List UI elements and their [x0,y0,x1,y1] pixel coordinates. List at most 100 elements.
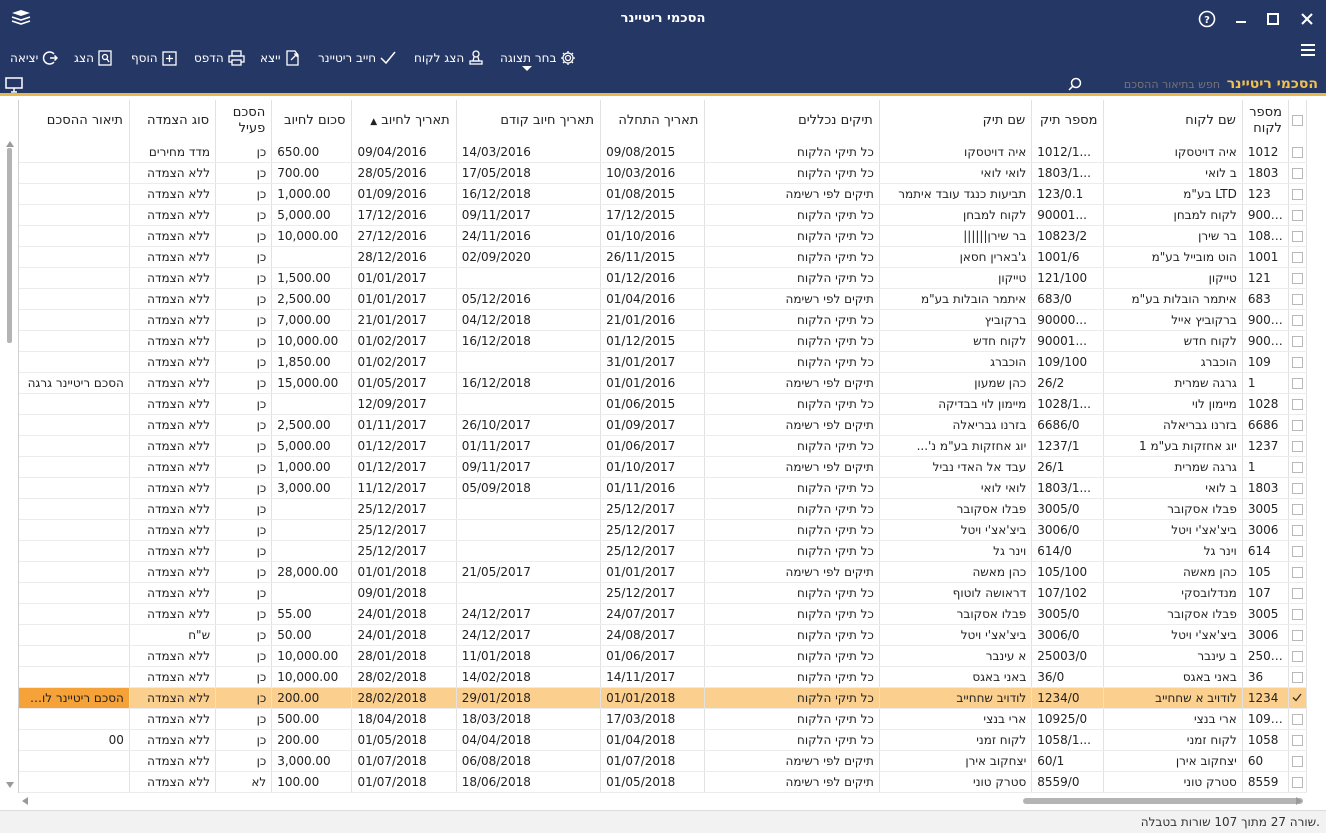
row-checkbox[interactable] [1288,225,1307,247]
col-linkage-type[interactable]: סוג הצמדה [129,100,217,142]
row-checkbox[interactable] [1288,477,1307,499]
table-row[interactable]: 107 מנדלובסקי 107/102 דראושה לוטוף כל תיקי ה… [19,582,1307,604]
table-row[interactable]: 1803 ב לואי 1803/1... לואי לואי כל תיקי הלקו… [19,477,1307,499]
table-row[interactable]: 900007ברקוביץ אייל90000...ברקוביץכל תיקי… [19,309,1307,331]
print-button[interactable]: הדפס [194,48,245,68]
charge-retainer-button[interactable]: חייב ריטיינר [318,48,396,68]
row-checkbox[interactable] [1288,246,1307,268]
table-row[interactable]: 900012לקוח חדש90001...לקוח חדשכל תיקי הל… [19,330,1307,352]
table-row[interactable]: 3005 פבלו אסקובר 3005/0 פבלו אסקובר כל תיקי … [19,498,1307,520]
table-row[interactable]: 1058 לקוח זמני 1058/1... לקוח זמני כל תיקי ה… [19,729,1307,751]
row-checkbox[interactable] [1288,288,1307,310]
table-row[interactable]: 10925 ארי בנצי 10925/0 ארי בנצי כל תיקי הלקו… [19,708,1307,730]
col-charge-date[interactable]: תאריך לחיוב ▲ [351,100,457,142]
scroll-right-icon[interactable] [1296,797,1302,805]
search-field[interactable] [1064,76,1224,93]
exit-button[interactable]: יציאה [10,48,59,68]
row-checkbox[interactable] [1288,603,1307,625]
vertical-scroll-thumb[interactable] [7,148,12,343]
col-active[interactable]: הסכם פעיל [215,100,273,142]
table-row[interactable]: 1803 ב לואי 1803/1... לואי לואי כל תיקי הלקו… [19,162,1307,184]
maximize-button[interactable] [1262,8,1284,30]
monitor-icon[interactable] [5,77,23,93]
row-checkbox[interactable] [1288,414,1307,436]
table-row[interactable]: 1234 לודויב א שחחייב 1234/0 לודויב שחחייב כל… [19,687,1307,709]
table-row[interactable]: 1001 הוט מובייל בע"מ 1001/6 ג'בארין חסאן כל … [19,246,1307,268]
row-checkbox[interactable] [1288,351,1307,373]
table-row[interactable]: 8559 סטרק טוני 8559/0 סטרק טוני תיקים לפי רש… [19,771,1307,793]
row-checkbox[interactable] [1288,750,1307,772]
table-row[interactable]: 3006 ביצ'אצ'י ויטל 3006/0 ביצ'אצ'י ויטל כל ת… [19,624,1307,646]
row-checkbox[interactable] [1288,330,1307,352]
row-checkbox[interactable] [1288,687,1307,709]
row-checkbox[interactable] [1288,792,1307,793]
row-checkbox[interactable] [1288,645,1307,667]
col-file-number[interactable]: מספר תיק [1031,100,1105,142]
scroll-left-icon[interactable] [22,797,28,805]
row-checkbox[interactable] [1288,624,1307,646]
col-description[interactable]: תיאור ההסכם [19,100,130,142]
row-checkbox[interactable] [1288,204,1307,226]
close-button[interactable] [1296,8,1318,30]
add-button[interactable]: הוסף [131,48,177,68]
table-row[interactable]: 121 טייקון 121/100 טייקון כל תיקי הלקוח 01/12… [19,267,1307,289]
table-row[interactable]: 1012 איה דויטסקו 1012/1... איה דויטסקו כל תי… [19,142,1307,163]
col-included-files[interactable]: תיקים נכללים [704,100,880,142]
scroll-down-icon[interactable] [6,782,14,788]
table-row[interactable]: 60 יצחקוב אירן 60/1 יצחקוב אירן תיקים לפי רש… [19,750,1307,772]
select-all-checkbox[interactable] [1288,100,1307,142]
minimize-button[interactable] [1230,8,1252,30]
table-row[interactable]: 36 באני באגס 36/0 באני באגס כל תיקי הלקוח 14/… [19,666,1307,688]
table-row[interactable]: 8113יערי שותפים8113/1יערי שותפיםתיקים לפ… [19,792,1307,793]
table-row[interactable]: 1 גרגה שמרית 26/1 עבד אל האדי נביל תיקים לפי… [19,456,1307,478]
export-button[interactable]: ייצא [260,48,300,68]
choose-view-button[interactable]: בחר תצוגה [500,48,576,68]
col-client-name[interactable]: שם לקוח [1103,100,1243,142]
scroll-up-icon[interactable] [6,141,14,147]
row-checkbox[interactable] [1288,456,1307,478]
table-row[interactable]: 123 LTD בע"מ 123/0.1 תביעות כנגד עובד איתמר… [19,183,1307,205]
row-checkbox[interactable] [1288,162,1307,184]
col-file-name[interactable]: שם תיק [879,100,1033,142]
search-input[interactable] [1064,76,1224,93]
vertical-scrollbar[interactable] [4,148,14,793]
row-checkbox[interactable] [1288,435,1307,457]
table-row[interactable]: 3006 ביצ'אצ'י ויטל 3006/0 ביצ'אצ'י ויטל כל ת… [19,519,1307,541]
table-row[interactable]: 6686 בזרנו גבריאלה 6686/0 בזרנו גבריאלה תיקי… [19,414,1307,436]
col-start-date[interactable]: תאריך התחלה [600,100,706,142]
horizontal-scroll-thumb[interactable] [1023,798,1303,804]
table-row[interactable]: 614 וינר גל 614/0 וינר גל כל תיקי הלקוח 25/12… [19,540,1307,562]
table-row[interactable]: 105 כהן מאשה 105/100 כהן מאשה תיקים לפי רשימ… [19,561,1307,583]
row-checkbox[interactable] [1288,561,1307,583]
table-row[interactable]: 109 הוכברג 109/100 הוכברג כל תיקי הלקוח 31/01… [19,351,1307,373]
row-checkbox[interactable] [1288,498,1307,520]
row-checkbox[interactable] [1288,708,1307,730]
table-row[interactable]: 1 גרגה שמרית 26/2 כהן שמעון תיקים לפי רשימה 0… [19,372,1307,394]
hamburger-menu-icon[interactable] [1300,43,1316,57]
row-checkbox[interactable] [1288,183,1307,205]
table-row[interactable]: 25003 ב עינבר 25003/0 א עינבר כל תיקי הלקוח 0… [19,645,1307,667]
row-checkbox[interactable] [1288,582,1307,604]
horizontal-scrollbar[interactable] [18,795,1306,807]
table-row[interactable]: 10823 בר שירן 10823/2 בר שירן|||||| כל תיקי … [19,225,1307,247]
col-client-number[interactable]: מספר לקוח [1242,100,1289,142]
table-row[interactable]: 1237 יוג אחזקות בע"מ 1 1237/1 יוג אחזקות בע… [19,435,1307,457]
row-checkbox[interactable] [1288,393,1307,415]
table-row[interactable]: 1028 מיימון לוי 1028/1... מיימון לוי בבדיקה… [19,393,1307,415]
table-row[interactable]: 3005 פבלו אסקובר 3005/0 פבלו אסקובר כל תיקי … [19,603,1307,625]
row-checkbox[interactable] [1288,771,1307,793]
row-checkbox[interactable] [1288,309,1307,331]
help-button[interactable]: ? [1196,8,1218,30]
col-amount[interactable]: סכום לחיוב [271,100,353,142]
row-checkbox[interactable] [1288,519,1307,541]
show-button[interactable]: הצג [74,48,112,68]
row-checkbox[interactable] [1288,666,1307,688]
row-checkbox[interactable] [1288,729,1307,751]
row-checkbox[interactable] [1288,540,1307,562]
col-previous-charge-date[interactable]: תאריך חיוב קודם [456,100,602,142]
table-row[interactable]: 900015לקוח למבחן90001...לקוח למבחןכל תיק… [19,204,1307,226]
row-checkbox[interactable] [1288,267,1307,289]
table-row[interactable]: 683 איתמר הובלות בע"מ 683/0 איתמר הובלות בע… [19,288,1307,310]
row-checkbox[interactable] [1288,142,1307,163]
row-checkbox[interactable] [1288,372,1307,394]
